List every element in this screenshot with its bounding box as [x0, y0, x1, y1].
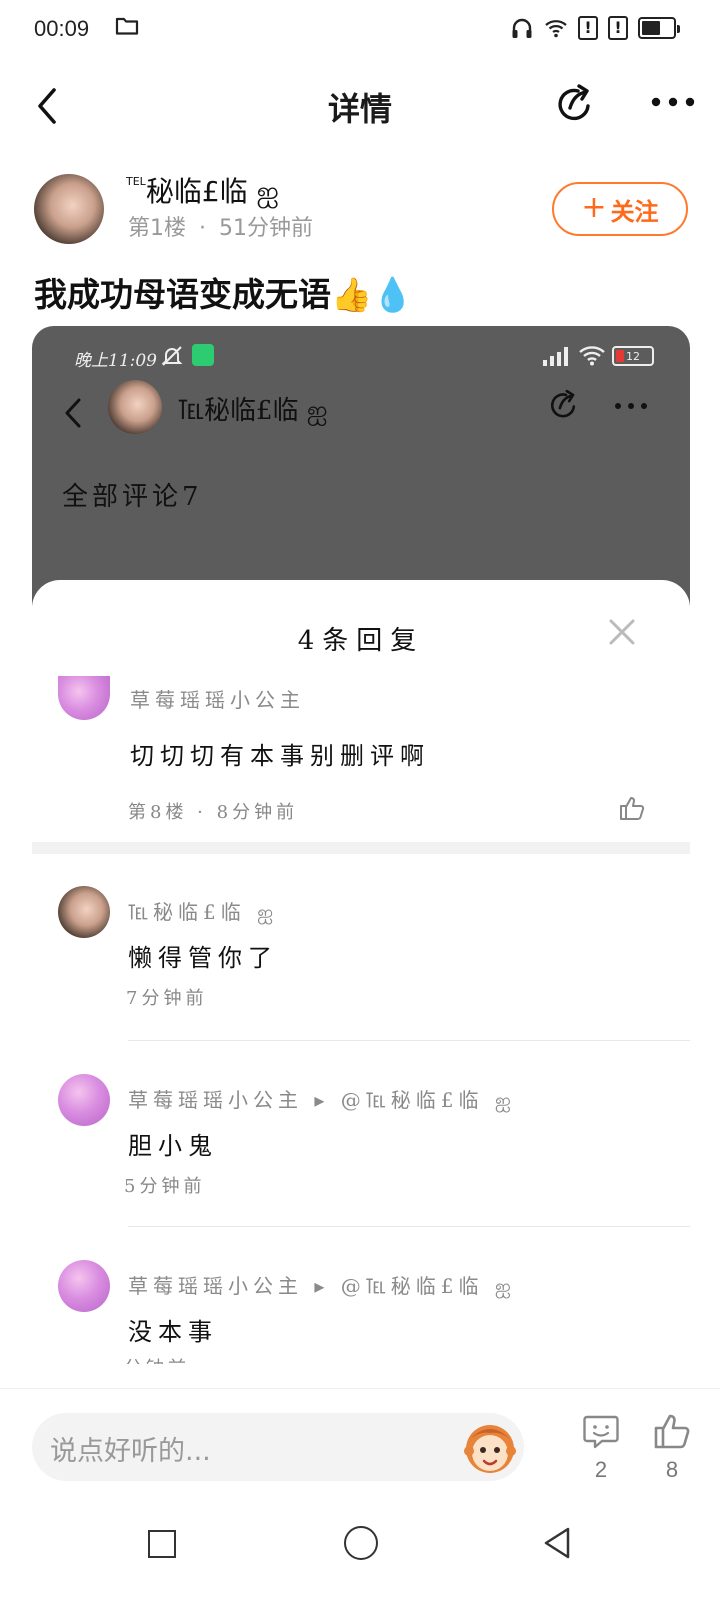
replies-sheet: 4条回复 草莓瑶瑶小公主 切切切有本事别删评啊 第8楼 · 8分钟前 ℡秘临£临…: [32, 580, 690, 1386]
author-name[interactable]: TEL秘临£临 ஐ: [126, 170, 279, 212]
divider: [128, 1040, 690, 1041]
divider: [128, 1226, 690, 1227]
follow-label: 关注: [610, 197, 659, 226]
status-icons: ! !: [510, 14, 680, 42]
recents-button[interactable]: [148, 1530, 176, 1558]
share-icon: [550, 389, 576, 418]
back-icon: [65, 398, 81, 428]
comment-icon[interactable]: [582, 1413, 620, 1451]
reply-username: ℡秘临£临 ஐ: [128, 900, 279, 924]
comment-count: 2: [594, 1457, 608, 1482]
battery-low-indicator: [616, 350, 624, 362]
system-back-icon[interactable]: [542, 1526, 572, 1560]
floor-label: 第1楼: [128, 216, 186, 241]
reply-time: 第8楼 · 8分钟前: [128, 802, 299, 823]
author-prefix: TEL: [126, 175, 146, 188]
mute-icon: [161, 346, 183, 366]
page-title: 详情: [327, 90, 392, 128]
screenshot-avatar: [108, 380, 162, 434]
wifi-icon: [545, 20, 567, 38]
divider: [32, 842, 690, 854]
reply-avatar: [58, 1260, 110, 1312]
screenshot-author: ℡秘临£临 ஐ: [178, 396, 328, 426]
post-time: 51分钟前: [219, 216, 313, 241]
screenshot-header-bg: 晚上11:09 12 ℡秘临£临 ஐ 全部评论7: [32, 326, 690, 606]
alert-icon: !: [578, 16, 598, 40]
replies-title: 4条回复: [297, 626, 425, 656]
battery-icon: [638, 17, 680, 39]
share-icon[interactable]: [552, 82, 596, 126]
reply-text: 没本事: [128, 1318, 218, 1346]
reply-time: 7分钟前: [126, 988, 208, 1009]
reply-username: 草莓瑶瑶小公主 ▸ @℡秘临£临 ஐ: [128, 1274, 516, 1298]
status-time: 00:09: [34, 16, 90, 41]
reply-time: 分钟前: [124, 1354, 190, 1364]
author-avatar[interactable]: [34, 174, 104, 244]
post-meta: 第1楼 · 51分钟前: [128, 210, 313, 242]
meta-separator: ·: [199, 216, 206, 241]
reply-text: 懒得管你了: [128, 944, 278, 972]
post-image[interactable]: 晚上11:09 12 ℡秘临£临 ஐ 全部评论7 4条回复 草莓瑶瑶小公主 切切…: [32, 326, 690, 1386]
author-name-text: 秘临£临 ஐ: [145, 175, 280, 208]
wifi-icon: [579, 346, 605, 366]
comment-placeholder: 说点好听的...: [50, 1436, 211, 1467]
nav-bar: 详情: [0, 64, 720, 148]
screenshot-battery: 12: [612, 346, 654, 366]
all-comments-label: 全部评论7: [62, 482, 203, 512]
reply-username: 草莓瑶瑶小公主 ▸ @℡秘临£临 ஐ: [128, 1088, 516, 1112]
system-nav-bar: [0, 1488, 720, 1600]
folder-icon: [115, 17, 139, 35]
screenshot-battery-level: 12: [626, 349, 640, 363]
more-icon[interactable]: [650, 92, 696, 112]
reply-text: 切切切有本事别删评啊: [130, 742, 430, 770]
reply-avatar: [58, 676, 110, 720]
like-icon[interactable]: [652, 1411, 692, 1451]
vpn-icon: [192, 344, 214, 366]
like-icon: [620, 797, 645, 820]
battery-level: [642, 21, 660, 35]
reply-text: 胆小鬼: [128, 1132, 218, 1160]
post-text: 我成功母语变成无语👍💧: [34, 275, 414, 314]
emoji-mascot-icon[interactable]: [460, 1417, 520, 1477]
home-button[interactable]: [344, 1526, 378, 1560]
reply-avatar: [58, 886, 110, 938]
comment-input[interactable]: 说点好听的...: [32, 1413, 524, 1481]
close-icon: [609, 619, 635, 645]
reply-username: 草莓瑶瑶小公主: [130, 688, 305, 712]
bottom-bar: 说点好听的... 2 8: [0, 1388, 720, 1488]
follow-button[interactable]: + 关注: [552, 182, 688, 236]
plus-icon: +: [581, 190, 607, 225]
signal-icon: [543, 347, 568, 366]
reply-time: 5分钟前: [124, 1176, 206, 1197]
screenshot-status-time: 晚上11:09: [74, 351, 157, 371]
status-bar: 00:09 ! !: [0, 0, 720, 58]
reply-avatar: [58, 1074, 110, 1126]
headphones-icon: [512, 18, 532, 38]
alert-icon: !: [608, 16, 628, 40]
more-icon: [615, 403, 647, 409]
like-count: 8: [665, 1457, 679, 1482]
